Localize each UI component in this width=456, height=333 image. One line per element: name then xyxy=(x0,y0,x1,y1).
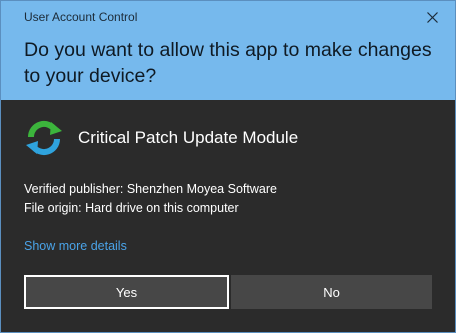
dialog-question: Do you want to allow this app to make ch… xyxy=(24,39,432,87)
dialog-title: User Account Control xyxy=(24,10,138,24)
dialog-body: Critical Patch Update Module Verified pu… xyxy=(1,100,455,258)
app-details: Verified publisher: Shenzhen Moyea Softw… xyxy=(24,180,277,218)
show-more-details-link[interactable]: Show more details xyxy=(24,239,127,253)
no-button[interactable]: No xyxy=(231,275,432,309)
dialog-header: User Account Control Do you want to allo… xyxy=(1,1,455,100)
publisher-line: Verified publisher: Shenzhen Moyea Softw… xyxy=(24,182,277,196)
refresh-arrows-icon xyxy=(26,120,62,156)
close-button[interactable] xyxy=(409,1,455,33)
origin-line: File origin: Hard drive on this computer xyxy=(24,201,239,215)
app-name: Critical Patch Update Module xyxy=(78,128,299,147)
dialog-footer: Yes No xyxy=(1,258,455,332)
yes-button[interactable]: Yes xyxy=(24,275,229,309)
uac-dialog: User Account Control Do you want to allo… xyxy=(0,0,456,333)
close-icon xyxy=(426,11,438,23)
